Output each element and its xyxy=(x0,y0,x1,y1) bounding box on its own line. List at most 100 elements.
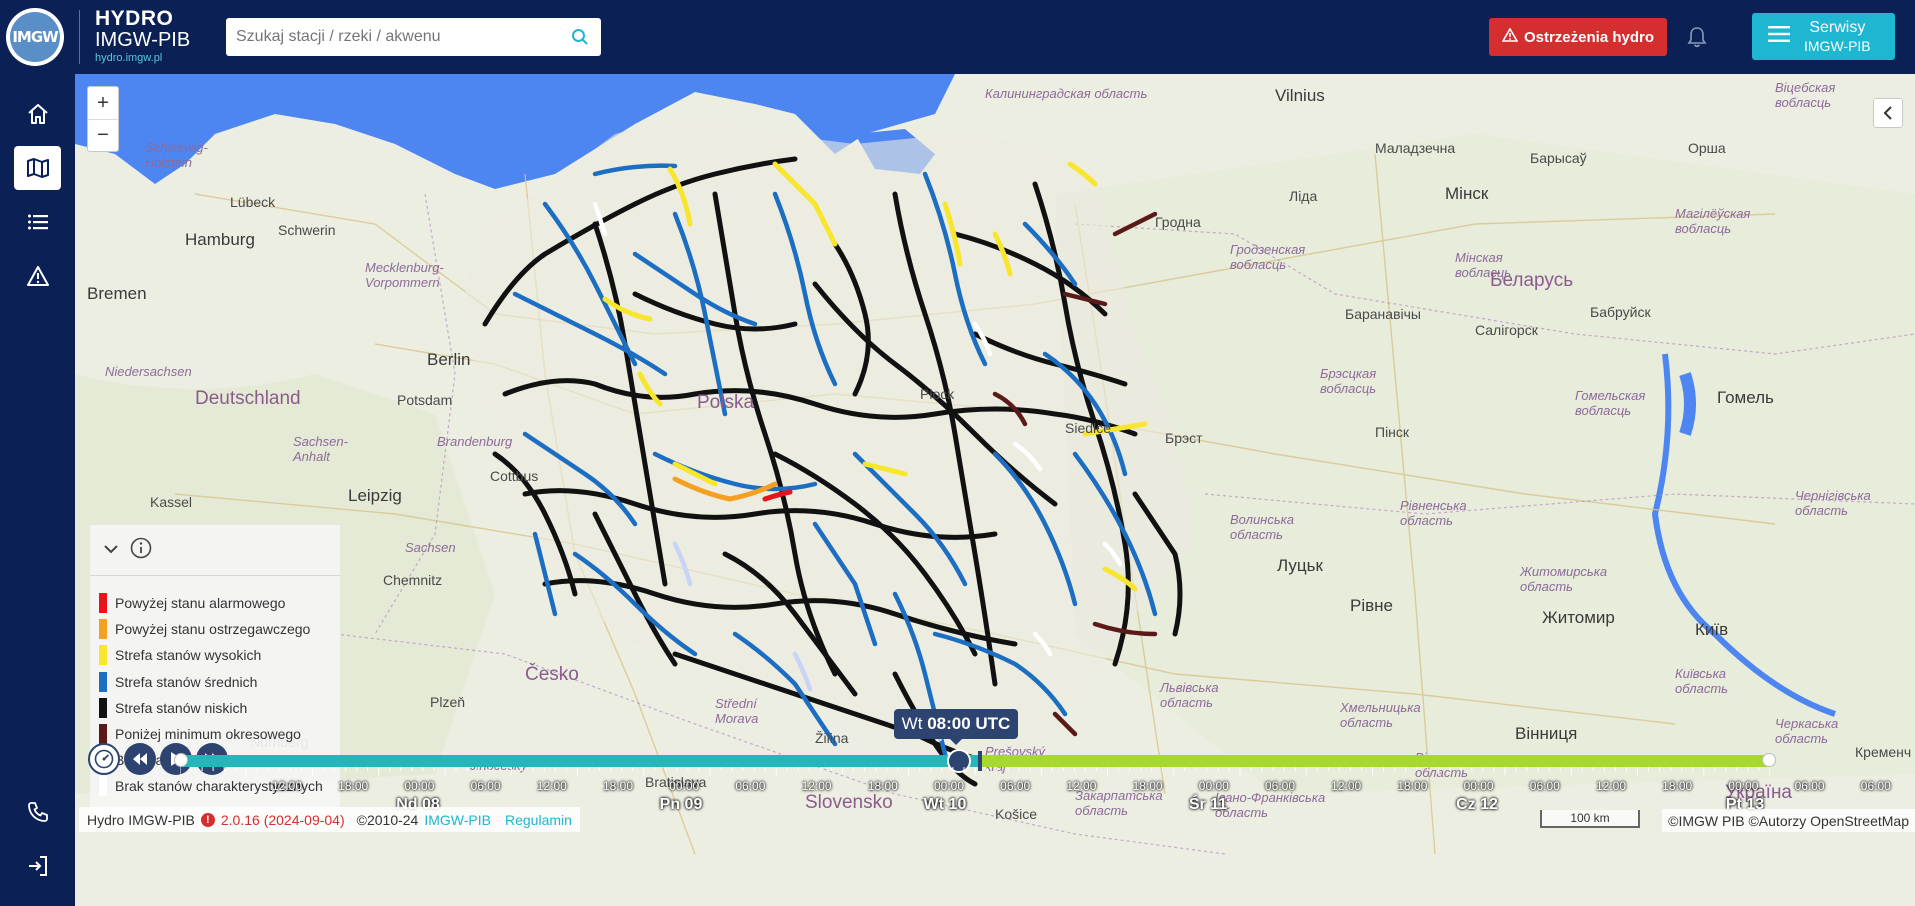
chevron-left-icon xyxy=(1883,106,1892,120)
footer-copyright: ©2010-24 xyxy=(356,811,419,828)
imgw-logo[interactable]: IMGW xyxy=(6,8,64,66)
legend-swatch xyxy=(99,724,107,745)
search-input[interactable] xyxy=(236,28,569,46)
sidebar-contact-button[interactable] xyxy=(14,790,61,834)
warning-triangle-icon xyxy=(1501,27,1519,46)
legend-header xyxy=(90,525,340,576)
timeline-hour-label: 18:00 xyxy=(867,779,898,793)
logo-text: IMGW xyxy=(10,12,60,62)
version-alert-icon: ! xyxy=(200,812,215,827)
timeline-hour-label: 00:00 xyxy=(669,779,700,793)
timeline-hour-label: 06:00 xyxy=(1529,779,1560,793)
legend-label: Strefa stanów średnich xyxy=(115,673,258,690)
zoom-out-button[interactable]: − xyxy=(88,119,118,151)
legend-item: Powyżej stanu ostrzegawczego xyxy=(99,616,340,642)
timeline-hour-label: 18:00 xyxy=(602,779,634,793)
zoom-control: + − xyxy=(87,86,119,152)
timeline-end-handle[interactable] xyxy=(1762,753,1776,767)
logo-divider xyxy=(79,10,80,64)
timeline-current-time: Wt 08:00 UTC xyxy=(894,709,1018,745)
timeline-hour-label: 06:00 xyxy=(1794,779,1825,793)
legend-swatch xyxy=(99,593,107,614)
services-line2: IMGW-PIB xyxy=(1804,37,1871,54)
timeline-day-label[interactable]: Cz 12 xyxy=(1456,796,1498,814)
search-icon[interactable] xyxy=(569,26,591,48)
map-scale: 100 km xyxy=(1540,810,1640,828)
timeline-forecast-segment xyxy=(979,755,1770,767)
footer-rules-link[interactable]: Regulamin xyxy=(505,812,572,828)
timeline-hour-label: 06:00 xyxy=(470,779,501,793)
timeline-hour-label: 12:00 xyxy=(536,779,567,793)
timeline-hour-label: 12:00 xyxy=(1066,779,1097,793)
timeline-hour-label: 18:00 xyxy=(1132,779,1163,793)
timeline-hour-label: 00:00 xyxy=(1198,779,1229,793)
footer-imgw-link[interactable]: IMGW-PIB xyxy=(424,812,491,828)
footer-bar: Hydro IMGW-PIB ! 2.0.16 (2024-09-04) ©20… xyxy=(79,807,580,832)
list-icon xyxy=(27,214,48,230)
phone-icon xyxy=(27,802,48,822)
map-attribution[interactable]: ©IMGW PIB ©Autorzy OpenStreetMap xyxy=(1662,809,1915,832)
timeline-hour-label: 06:00 xyxy=(735,779,766,793)
left-sidebar xyxy=(0,74,75,906)
timeline-day-label[interactable]: Wt 10 xyxy=(924,796,967,814)
app-root: IMGW HYDRO IMGW-PIB hydro.imgw.pl Ostrze… xyxy=(0,0,1915,906)
timeline-track[interactable] xyxy=(174,749,1776,773)
brand-title: HYDRO xyxy=(95,7,174,30)
timeline-start-handle[interactable] xyxy=(174,753,188,767)
timeline-hour-label: 12:00 xyxy=(801,779,832,793)
timeline-hour-label: 06:00 xyxy=(1264,779,1296,793)
notifications-bell-icon[interactable] xyxy=(1682,22,1712,52)
top-header: IMGW HYDRO IMGW-PIB hydro.imgw.pl Ostrze… xyxy=(0,0,1915,74)
timeline-ticks xyxy=(180,767,1770,775)
legend-info-icon[interactable] xyxy=(130,537,152,564)
timeline-hour-label: 00:00 xyxy=(1728,779,1759,793)
legend-item: Powyżej stanu alarmowego xyxy=(99,590,340,616)
sidebar-warnings-button[interactable] xyxy=(14,254,61,298)
legend-item: Strefa stanów średnich xyxy=(99,669,340,695)
legend-collapse-chevron-icon[interactable] xyxy=(104,541,118,559)
warning-icon xyxy=(26,266,49,286)
timeline-past-segment xyxy=(180,755,980,767)
login-icon xyxy=(28,856,47,876)
collapse-panel-button[interactable] xyxy=(1873,98,1903,128)
footer-version[interactable]: 2.0.16 (2024-09-04) xyxy=(221,812,345,828)
map-icon xyxy=(26,158,49,178)
timeline-speed-button[interactable] xyxy=(88,743,120,775)
hydro-warnings-button[interactable]: Ostrzeżenia hydro xyxy=(1489,18,1667,56)
gauge-icon xyxy=(94,749,114,769)
sidebar-map-button[interactable] xyxy=(14,146,61,190)
timeline-current-day: Wt xyxy=(901,714,923,733)
timeline-hour-label: 00:00 xyxy=(933,779,965,793)
sidebar-home-button[interactable] xyxy=(14,92,61,136)
legend-label: Strefa stanów niskich xyxy=(115,699,248,716)
rewind-icon xyxy=(133,753,147,765)
zoom-in-button[interactable]: + xyxy=(88,87,118,119)
timeline-day-label[interactable]: Śr 11 xyxy=(1189,796,1227,814)
legend-item: Brak stanów charakterystycznych xyxy=(99,773,340,799)
legend-label: Powyżej stanu ostrzegawczego xyxy=(115,621,311,638)
brand[interactable]: HYDRO IMGW-PIB hydro.imgw.pl xyxy=(95,8,190,64)
timeline-rewind-button[interactable] xyxy=(124,743,156,775)
legend-item: Strefa stanów wysokich xyxy=(99,642,340,668)
legend-swatch xyxy=(99,697,107,718)
search-box xyxy=(226,18,601,56)
sidebar-login-button[interactable] xyxy=(14,844,61,888)
legend-swatch xyxy=(99,776,107,797)
timeline-day-label[interactable]: Pn 09 xyxy=(660,796,703,814)
services-menu-button[interactable]: Serwisy IMGW-PIB xyxy=(1752,13,1895,60)
home-icon xyxy=(27,104,48,124)
legend-label: Powyżej stanu alarmowego xyxy=(115,595,286,612)
footer-app-name: Hydro IMGW-PIB xyxy=(87,811,195,828)
sidebar-list-button[interactable] xyxy=(14,200,61,244)
legend-swatch xyxy=(99,671,107,692)
hamburger-menu-icon xyxy=(1768,25,1790,48)
hydro-warnings-label: Ostrzeżenia hydro xyxy=(1523,28,1655,46)
timeline-hour-label: 06:00 xyxy=(1000,779,1031,793)
timeline-current-hour: 08:00 UTC xyxy=(927,714,1011,733)
legend-swatch xyxy=(99,619,107,640)
timeline-hour-label: 12:00 xyxy=(1331,779,1362,793)
legend-item: Strefa stanów niskich xyxy=(99,695,340,721)
services-line1: Serwisy xyxy=(1809,19,1866,37)
timeline-hour-label: 18:00 xyxy=(338,779,369,793)
timeline-hour-label: 06:00 xyxy=(1860,779,1891,793)
